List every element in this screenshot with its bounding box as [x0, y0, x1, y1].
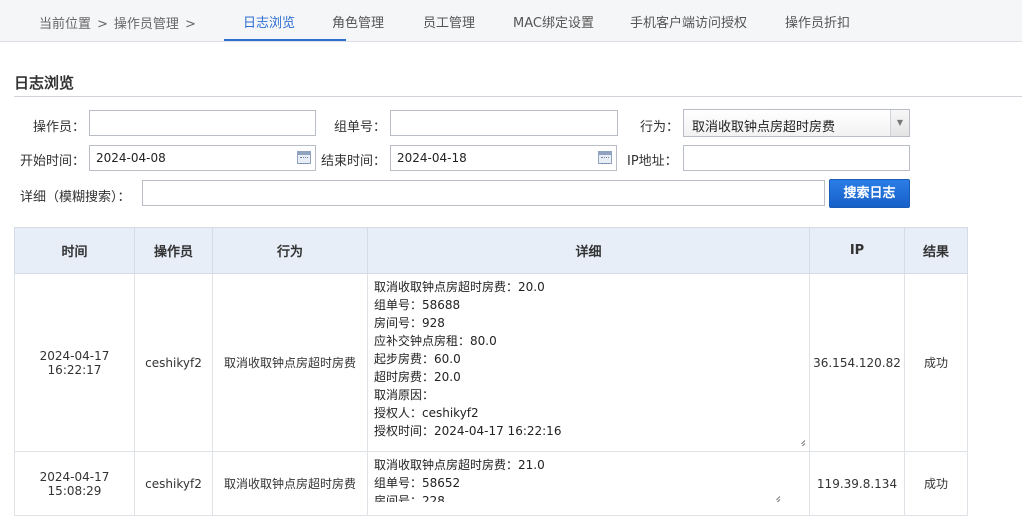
calendar-icon[interactable]	[598, 151, 612, 164]
log-time: 15:08:29	[47, 483, 102, 498]
detail-search-label: 详细（模糊搜索）：	[20, 190, 131, 205]
detail-line: 授权时间：2024-04-17 16:22:16	[374, 424, 562, 438]
column-header-operator: 操作员	[134, 227, 213, 274]
tab-role-management[interactable]: 角色管理	[332, 12, 384, 31]
detail-line: 取消收取钟点房超时房费：20.0	[374, 280, 545, 294]
time-cell: 2024-04-17 15:08:29	[14, 451, 135, 516]
detail-search-input[interactable]	[142, 180, 825, 206]
calendar-icon[interactable]	[297, 151, 311, 164]
detail-textarea[interactable]: 取消收取钟点房超时房费：20.0 组单号：58688 房间号：928 应补交钟点…	[372, 278, 807, 446]
resize-handle-icon[interactable]	[797, 436, 805, 444]
ip-address-input[interactable]	[683, 145, 910, 171]
breadcrumb: 当前位置 > 操作员管理 >	[39, 13, 202, 32]
column-header-ip: IP	[809, 227, 905, 274]
operator-cell: ceshikyf2	[134, 273, 213, 452]
detail-line: 起步房费：60.0	[374, 352, 461, 366]
detail-line: 组单号：58652	[374, 476, 461, 490]
end-time-input[interactable]	[391, 146, 616, 170]
start-time-field[interactable]	[89, 145, 316, 171]
result-cell: 成功	[904, 451, 968, 516]
column-header-time: 时间	[14, 227, 135, 274]
detail-line: 应补交钟点房租：80.0	[374, 334, 497, 348]
tab-operator-discount[interactable]: 操作员折扣	[785, 12, 850, 31]
tab-mac-binding[interactable]: MAC绑定设置	[513, 12, 594, 31]
table-row: 2024-04-17 16:22:17 ceshikyf2 取消收取钟点房超时房…	[14, 273, 968, 452]
detail-line: 超时房费：20.0	[374, 370, 461, 384]
column-header-result: 结果	[904, 227, 968, 274]
action-cell: 取消收取钟点房超时房费	[212, 273, 368, 452]
column-header-detail: 详细	[367, 227, 810, 274]
log-table: 时间 操作员 行为 详细 IP 结果 2024-04-17 16:22:17 c…	[14, 227, 968, 516]
tab-log-browse[interactable]: 日志浏览	[243, 12, 295, 31]
active-tab-indicator	[224, 39, 346, 41]
detail-line: 房间号：928	[374, 316, 445, 330]
detail-textarea[interactable]: 取消收取钟点房超时房费：21.0 组单号：58652 房间号：228	[372, 456, 782, 502]
action-select[interactable]: 取消收取钟点房超时房费 ▼	[683, 109, 910, 137]
chevron-down-icon[interactable]: ▼	[890, 110, 909, 136]
detail-cell: 取消收取钟点房超时房费：20.0 组单号：58688 房间号：928 应补交钟点…	[367, 273, 810, 452]
end-time-field[interactable]	[390, 145, 617, 171]
top-tab-bar: 当前位置 > 操作员管理 > 日志浏览 角色管理 员工管理 MAC绑定设置 手机客户端…	[0, 0, 1022, 42]
operator-label: 操作员：	[33, 120, 86, 135]
group-number-input[interactable]	[390, 110, 618, 136]
tab-staff-management[interactable]: 员工管理	[423, 12, 475, 31]
action-label: 行为：	[640, 120, 680, 135]
resize-handle-icon[interactable]	[772, 492, 780, 500]
group-number-label: 组单号：	[334, 120, 387, 135]
breadcrumb-separator: >	[97, 17, 108, 32]
detail-line: 授权人：ceshikyf2	[374, 406, 479, 420]
operator-cell: ceshikyf2	[134, 451, 213, 516]
detail-line: 取消收取钟点房超时房费：21.0	[374, 458, 545, 472]
detail-line: 取消原因：	[374, 388, 435, 402]
action-select-value: 取消收取钟点房超时房费	[692, 120, 836, 135]
end-time-label: 结束时间：	[321, 154, 387, 169]
tab-mobile-access[interactable]: 手机客户端访问授权	[630, 12, 747, 31]
ip-address-label: IP地址：	[627, 154, 678, 169]
operator-input[interactable]	[89, 110, 316, 136]
breadcrumb-section[interactable]: 操作员管理	[114, 17, 179, 32]
detail-line: 房间号：228	[374, 494, 445, 502]
breadcrumb-prefix: 当前位置	[39, 17, 92, 32]
section-divider	[14, 96, 1022, 97]
section-title: 日志浏览	[14, 74, 75, 92]
result-cell: 成功	[904, 273, 968, 452]
start-time-input[interactable]	[90, 146, 315, 170]
breadcrumb-separator: >	[184, 17, 196, 32]
start-time-label: 开始时间：	[20, 154, 86, 169]
detail-cell: 取消收取钟点房超时房费：21.0 组单号：58652 房间号：228	[367, 451, 810, 516]
detail-line: 组单号：58688	[374, 298, 461, 312]
table-row: 2024-04-17 15:08:29 ceshikyf2 取消收取钟点房超时房…	[14, 451, 968, 516]
log-date: 2024-04-17	[39, 469, 110, 484]
log-time: 16:22:17	[47, 362, 102, 377]
search-log-button[interactable]: 搜索日志	[829, 179, 910, 208]
log-date: 2024-04-17	[39, 348, 110, 363]
ip-cell: 36.154.120.82	[809, 273, 905, 452]
ip-cell: 119.39.8.134	[809, 451, 905, 516]
column-header-action: 行为	[212, 227, 368, 274]
time-cell: 2024-04-17 16:22:17	[14, 273, 135, 452]
table-header-row: 时间 操作员 行为 详细 IP 结果	[14, 227, 968, 274]
action-cell: 取消收取钟点房超时房费	[212, 451, 368, 516]
